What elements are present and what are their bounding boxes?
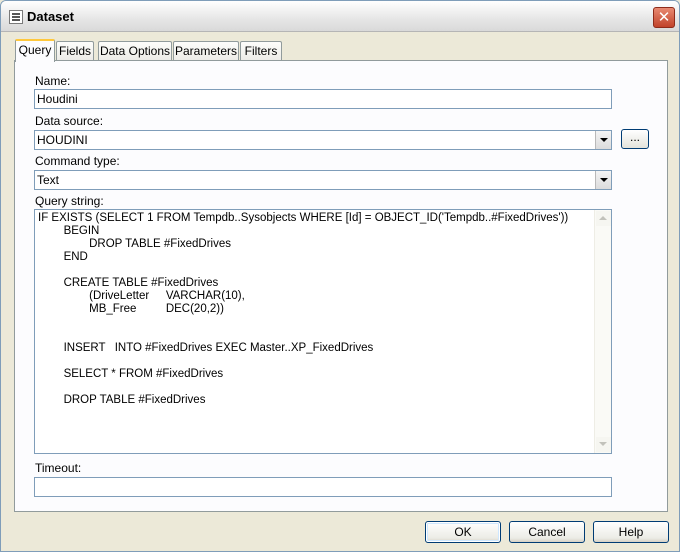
timeout-field[interactable] [34, 477, 612, 497]
chevron-down-icon[interactable] [595, 171, 611, 189]
dataset-dialog: Dataset ✕ Query Fields Data Options Para… [0, 0, 680, 552]
tab-query[interactable]: Query [15, 39, 55, 62]
query-string-label: Query string: [35, 194, 104, 208]
scroll-up-icon[interactable] [596, 211, 611, 226]
name-field[interactable]: Houdini [34, 89, 612, 109]
dataset-icon [9, 10, 23, 24]
timeout-label: Timeout: [35, 461, 82, 475]
data-source-value: HOUDINI [37, 133, 88, 147]
data-source-label: Data source: [35, 114, 104, 128]
name-label: Name: [35, 74, 71, 88]
query-string-editor[interactable]: IF EXISTS (SELECT 1 FROM Tempdb..Sysobje… [34, 209, 612, 454]
tab-fields[interactable]: Fields [56, 41, 94, 61]
data-source-dropdown[interactable]: HOUDINI [34, 130, 612, 150]
cancel-button[interactable]: Cancel [509, 521, 585, 543]
command-type-value: Text [37, 173, 60, 187]
chevron-down-icon[interactable] [595, 131, 611, 149]
title-bar[interactable]: Dataset ✕ [1, 1, 679, 32]
command-type-label: Command type: [35, 154, 120, 168]
tab-parameters[interactable]: Parameters [173, 41, 239, 61]
window-title: Dataset [27, 9, 74, 24]
data-source-browse-button[interactable]: ... [621, 129, 649, 149]
tab-filters[interactable]: Filters [240, 41, 282, 61]
query-string-text[interactable]: IF EXISTS (SELECT 1 FROM Tempdb..Sysobje… [38, 212, 593, 451]
help-button[interactable]: Help [593, 521, 669, 543]
command-type-dropdown[interactable]: Text [34, 170, 612, 190]
close-button[interactable]: ✕ [653, 7, 675, 28]
tab-data-options[interactable]: Data Options [98, 41, 172, 61]
scroll-down-icon[interactable] [596, 437, 611, 452]
vertical-scrollbar[interactable] [594, 210, 611, 453]
ok-button[interactable]: OK [425, 521, 501, 543]
